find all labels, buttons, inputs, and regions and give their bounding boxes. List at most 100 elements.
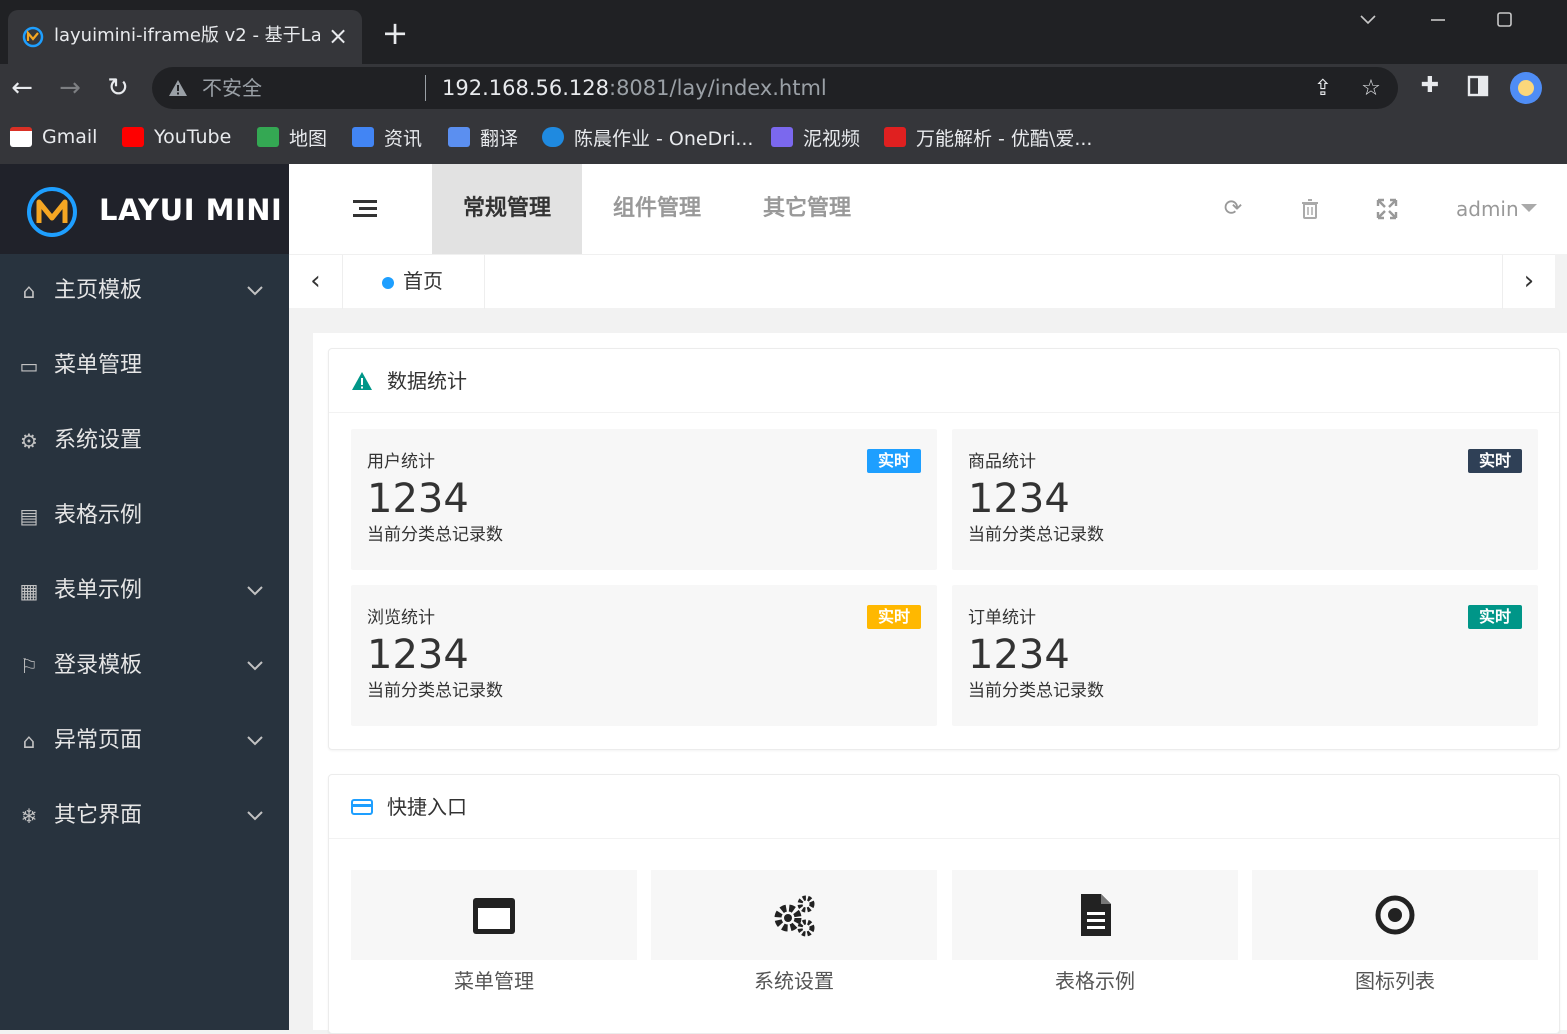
url-text[interactable]: 192.168.56.128:8081/lay/index.html [442, 76, 827, 100]
warning-icon [352, 372, 372, 390]
browser-tab[interactable]: layuimini-iframe版 v2 - 基于Layui × [8, 10, 362, 64]
card-header: 数据统计 [329, 349, 1559, 413]
window-icon [473, 898, 515, 934]
tile-label: 系统设置 [754, 969, 834, 993]
back-icon[interactable]: ← [6, 72, 38, 104]
bookmark-translate[interactable]: 翻译 [448, 124, 518, 150]
bookmarks-bar: Gmail YouTube 地图 资讯 翻译 陈晨作业 - OneDri... … [0, 112, 1567, 162]
file-icon: ▤ [19, 504, 39, 528]
bookmark-star-icon[interactable]: ☆ [1358, 76, 1384, 102]
logo[interactable]: LAYUI MINI [0, 164, 289, 254]
quick-entry-icon-list[interactable]: 图标列表 [1252, 870, 1538, 1020]
extensions-icon[interactable]: ✚ [1416, 72, 1444, 100]
sidebar-item-label: 系统设置 [54, 428, 143, 453]
sidebar-item-system-settings[interactable]: ⚙ 系统设置 [0, 404, 289, 479]
bookmark-youtube[interactable]: YouTube [122, 124, 231, 150]
warning-icon [169, 80, 187, 96]
stat-user: 用户统计 实时 1234 当前分类总记录数 [351, 429, 937, 570]
side-panel-icon[interactable] [1464, 72, 1492, 100]
bookmark-parser[interactable]: 万能解析 - 优酷\爱... [884, 124, 1092, 150]
sidebar-item-menu-manage[interactable]: ▭ 菜单管理 [0, 329, 289, 404]
close-tab-icon[interactable]: × [324, 22, 352, 50]
snowflake-icon: ❄ [20, 804, 38, 828]
page-tab-home[interactable]: 首页 [343, 255, 485, 309]
browser-chrome: layuimini-iframe版 v2 - 基于Layui × + ← → ↻… [0, 0, 1567, 164]
stat-goods: 商品统计 实时 1234 当前分类总记录数 [952, 429, 1538, 570]
status-badge: 实时 [1468, 449, 1522, 473]
refresh-icon[interactable]: ⟳ [1221, 197, 1245, 221]
sidebar-item-label: 表单示例 [54, 578, 143, 603]
chevron-down-icon [247, 736, 263, 746]
bookmark-onedrive[interactable]: 陈晨作业 - OneDri... [542, 124, 753, 150]
stat-orders: 订单统计 实时 1234 当前分类总记录数 [952, 585, 1538, 726]
sidebar-item-label: 其它界面 [54, 803, 143, 828]
tab-search-icon[interactable] [1348, 6, 1388, 34]
url-host: 192.168.56.128 [442, 76, 609, 100]
tab-title: layuimini-iframe版 v2 - 基于Layui [54, 25, 320, 46]
bookmark-label: 万能解析 - 优酷\爱... [916, 127, 1093, 150]
chevron-down-icon [247, 661, 263, 671]
file-icon [1081, 894, 1111, 936]
stat-title: 浏览统计 [367, 608, 435, 628]
credit-card-icon [351, 799, 373, 815]
quick-entry-menu-manage[interactable]: 菜单管理 [351, 870, 637, 1020]
user-menu[interactable]: admin [1456, 196, 1519, 222]
status-badge: 实时 [867, 449, 921, 473]
tabs-scroll-right-icon[interactable]: › [1502, 255, 1555, 309]
sidebar-item-label: 表格示例 [54, 503, 143, 528]
minimize-icon[interactable] [1418, 6, 1458, 34]
sidebar-item-label: 异常页面 [54, 728, 143, 753]
sidebar-item-form-example[interactable]: ▦ 表单示例 [0, 554, 289, 629]
new-tab-button[interactable]: + [380, 17, 410, 49]
tile-label: 菜单管理 [454, 969, 534, 993]
profile-avatar[interactable] [1510, 72, 1542, 104]
quick-entry-system-settings[interactable]: 系统设置 [651, 870, 937, 1020]
bookmark-news[interactable]: 资讯 [352, 124, 422, 150]
flag-icon: ⚐ [20, 654, 38, 678]
stat-desc: 当前分类总记录数 [968, 525, 1104, 545]
stat-title: 用户统计 [367, 452, 435, 472]
stat-title: 订单统计 [968, 608, 1036, 628]
sidebar-item-other-pages[interactable]: ❄ 其它界面 [0, 779, 289, 854]
forward-icon[interactable]: → [54, 72, 86, 104]
sidebar-item-label: 登录模板 [54, 653, 143, 678]
chevron-down-icon [247, 586, 263, 596]
reload-icon[interactable]: ↻ [102, 72, 134, 104]
sidebar-item-home-template[interactable]: ⌂ 主页模板 [0, 254, 289, 329]
gears-icon: ⚙ [20, 429, 38, 453]
bookmark-label: 资讯 [384, 127, 423, 150]
stat-desc: 当前分类总记录数 [367, 525, 503, 545]
favicon-icon [22, 26, 44, 48]
calendar-icon: ▦ [19, 579, 39, 603]
bookmark-maps[interactable]: 地图 [257, 124, 327, 150]
youtube-icon [122, 127, 144, 147]
sidebar-item-table-example[interactable]: ▤ 表格示例 [0, 479, 289, 554]
bookmark-gmail[interactable]: Gmail [10, 124, 97, 150]
onedrive-icon [542, 127, 564, 147]
bookmark-video[interactable]: 泥视频 [771, 124, 860, 150]
stat-views: 浏览统计 实时 1234 当前分类总记录数 [351, 585, 937, 726]
trash-icon[interactable] [1298, 197, 1322, 221]
news-icon [352, 127, 374, 147]
stat-value: 1234 [968, 632, 1070, 678]
tab-other-manage[interactable]: 其它管理 [732, 164, 882, 254]
home-icon: ⌂ [22, 279, 36, 303]
sidebar-toggle-icon[interactable] [353, 200, 377, 218]
url-path: :8081/lay/index.html [609, 76, 827, 100]
bookmark-label: 陈晨作业 - OneDri... [574, 127, 754, 150]
maximize-icon[interactable] [1484, 6, 1524, 34]
logo-text: LAYUI MINI [99, 193, 283, 227]
bookmark-label: Gmail [42, 126, 98, 148]
address-bar[interactable]: 不安全 192.168.56.128:8081/lay/index.html ⇪… [152, 67, 1398, 109]
tile-background [952, 870, 1238, 960]
quick-entry-table-example[interactable]: 表格示例 [952, 870, 1238, 1020]
fullscreen-icon[interactable] [1375, 197, 1399, 221]
share-icon[interactable]: ⇪ [1310, 76, 1336, 102]
tabs-scroll-left-icon[interactable]: ‹ [289, 255, 343, 309]
sidebar-item-error-page[interactable]: ⌂ 异常页面 [0, 704, 289, 779]
tab-general-manage[interactable]: 常规管理 [432, 164, 582, 254]
sidebar-item-login-template[interactable]: ⚐ 登录模板 [0, 629, 289, 704]
v-icon [884, 127, 906, 147]
stats-card: 数据统计 用户统计 实时 1234 当前分类总记录数 商品统计 实时 1234 … [328, 348, 1560, 750]
tab-component-manage[interactable]: 组件管理 [582, 164, 732, 254]
